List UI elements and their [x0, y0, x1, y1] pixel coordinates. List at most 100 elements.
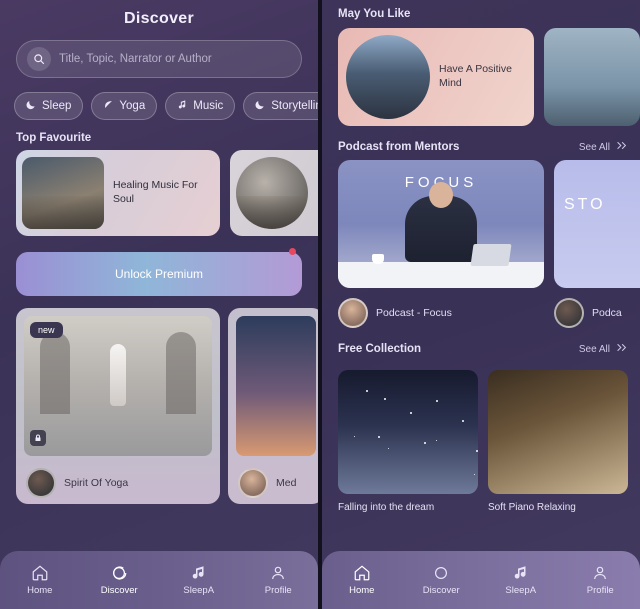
free-photo — [338, 370, 478, 494]
mentor-photo: STO — [554, 160, 640, 288]
mentor-row: FOCUS Podcast - Focus STO — [322, 160, 640, 328]
nav-label: Home — [27, 585, 53, 596]
new-badge: new — [30, 322, 63, 338]
home-screen: May You Like Have A Positive Mind Podcas… — [322, 0, 640, 609]
free-collection-row: Falling into the dream Soft Piano Relaxi… — [322, 362, 640, 513]
mentor-card[interactable]: FOCUS Podcast - Focus — [338, 160, 544, 328]
favourite-card[interactable]: Healing Music For Soul — [16, 150, 220, 236]
free-label: Soft Piano Relaxing — [488, 502, 576, 513]
chip-label: Music — [193, 100, 224, 112]
section-title-may-you-like: May You Like — [338, 8, 411, 20]
music-note-icon — [190, 564, 208, 582]
chip-label: Sleep — [42, 100, 72, 112]
see-all-mentors[interactable]: See All — [579, 140, 628, 154]
nav-item-profile[interactable]: Profile — [561, 564, 640, 596]
see-all-free-collection[interactable]: See All — [579, 342, 628, 356]
unlock-premium-button[interactable]: Unlock Premium — [16, 248, 302, 296]
collection-label: Spirit Of Yoga — [64, 477, 129, 489]
nav-label: Discover — [422, 585, 460, 596]
avatar — [554, 298, 584, 328]
avatar — [238, 468, 268, 498]
chip-music[interactable]: Music — [165, 92, 236, 120]
free-card[interactable]: Soft Piano Relaxing — [488, 370, 628, 513]
free-collection-header: Free Collection See All — [322, 328, 640, 362]
chip-storytelling[interactable]: Storytelling — [243, 92, 318, 120]
home-icon — [353, 564, 371, 582]
see-all-label: See All — [578, 141, 610, 153]
category-chip-row: Sleep Yoga Music Storytelling — [0, 78, 318, 120]
nav-label: SleepA — [183, 585, 215, 596]
avatar — [338, 298, 368, 328]
chat-icon — [110, 564, 128, 582]
like-card[interactable]: Have A Positive Mind — [338, 28, 534, 126]
see-all-label: See All — [578, 343, 610, 355]
search-placeholder: Title, Topic, Narrator or Author — [59, 53, 212, 65]
chat-icon — [432, 564, 450, 582]
collection-label: Med — [276, 477, 297, 489]
favourite-card[interactable] — [230, 150, 318, 236]
nav-item-home[interactable]: Home — [0, 564, 80, 596]
section-title-top-favourite: Top Favourite — [16, 132, 92, 144]
nav-item-profile[interactable]: Profile — [239, 564, 319, 596]
nav-item-discover[interactable]: Discover — [80, 564, 160, 596]
mentor-footer: Podca — [554, 288, 640, 328]
nav-item-sleepa[interactable]: SleepA — [159, 564, 239, 596]
search-icon — [27, 47, 51, 71]
collection-card[interactable]: new Spirit Of Yoga — [16, 308, 220, 504]
like-label: Have A Positive Mind — [439, 63, 512, 89]
mentor-name: Podcast - Focus — [376, 307, 452, 319]
may-you-like-row: Have A Positive Mind — [322, 20, 640, 126]
bottom-navigation: Home Discover SleepA Profile — [0, 551, 318, 609]
nav-item-discover[interactable]: Discover — [402, 564, 482, 596]
free-label: Falling into the dream — [338, 502, 435, 513]
chip-sleep[interactable]: Sleep — [14, 92, 84, 120]
nav-label: Discover — [100, 585, 138, 596]
music-note-icon — [512, 564, 530, 582]
like-card[interactable] — [544, 28, 640, 126]
collection-card[interactable]: Med — [228, 308, 318, 504]
favourites-row: Healing Music For Soul — [0, 150, 318, 236]
free-photo — [488, 370, 628, 494]
nav-label: Profile — [264, 585, 292, 596]
favourite-thumbnail — [22, 157, 104, 229]
nav-item-sleepa[interactable]: SleepA — [481, 564, 561, 596]
lock-icon — [30, 430, 46, 446]
search-input[interactable]: Title, Topic, Narrator or Author — [16, 40, 302, 78]
section-title-mentors: Podcast from Mentors — [338, 141, 460, 153]
nav-label: Home — [349, 585, 375, 596]
page-title: Discover — [124, 10, 194, 27]
free-card[interactable]: Falling into the dream — [338, 370, 478, 513]
mentor-photo: FOCUS — [338, 160, 544, 288]
chip-yoga[interactable]: Yoga — [91, 92, 158, 120]
chevron-right-icon — [615, 342, 628, 356]
unlock-premium-label: Unlock Premium — [114, 267, 204, 281]
home-icon — [31, 564, 49, 582]
avatar — [26, 468, 56, 498]
collection-footer: Spirit Of Yoga — [24, 456, 212, 498]
chip-label: Yoga — [119, 100, 146, 112]
discover-screen: Discover Title, Topic, Narrator or Autho… — [0, 0, 318, 609]
chip-label: Storytelling — [271, 100, 318, 112]
moon-icon — [26, 99, 37, 113]
music-note-icon — [177, 99, 188, 113]
mentor-name: Podca — [592, 307, 622, 319]
section-title-free-collection: Free Collection — [338, 343, 422, 355]
mentor-overlay-text: STO — [564, 196, 606, 213]
collection-photo — [236, 316, 316, 456]
mentor-footer: Podcast - Focus — [338, 288, 544, 328]
favourite-thumbnail — [236, 157, 308, 229]
notification-dot — [289, 248, 296, 255]
person-icon — [591, 564, 609, 582]
favourite-label: Healing Music For Soul — [113, 179, 198, 205]
collection-footer: Med — [236, 456, 316, 498]
chevron-right-icon — [615, 140, 628, 154]
person-icon — [269, 564, 287, 582]
like-thumbnail — [346, 35, 430, 119]
mentor-card[interactable]: STO Podca — [554, 160, 640, 328]
nav-label: SleepA — [505, 585, 537, 596]
mentors-header: Podcast from Mentors See All — [322, 126, 640, 160]
collection-row: new Spirit Of Yoga Med — [0, 296, 318, 504]
nav-label: Profile — [586, 585, 614, 596]
nav-item-home[interactable]: Home — [322, 564, 402, 596]
leaf-icon — [103, 99, 114, 113]
